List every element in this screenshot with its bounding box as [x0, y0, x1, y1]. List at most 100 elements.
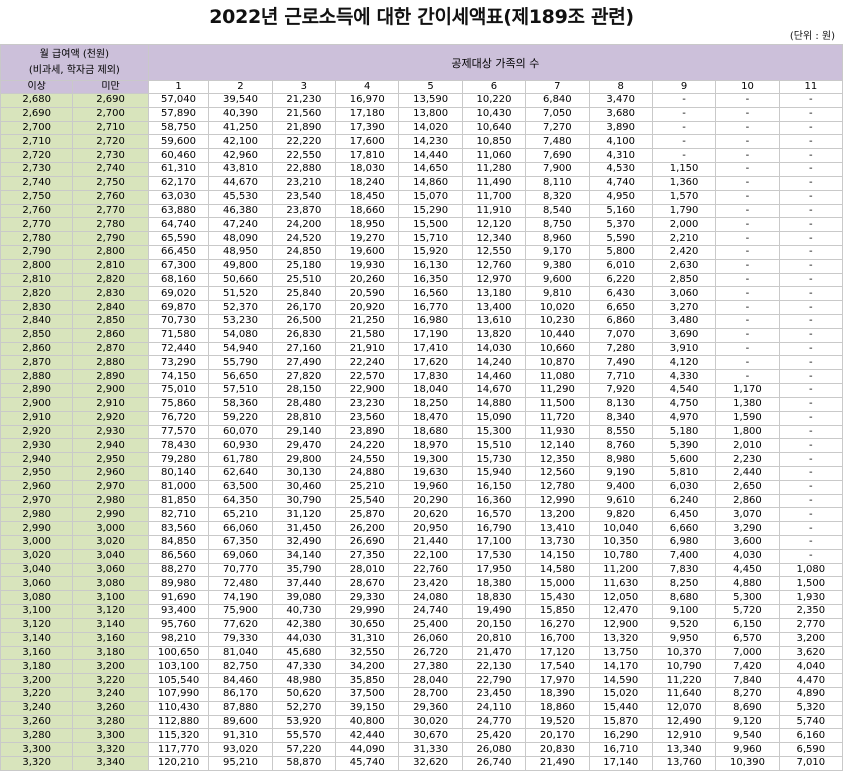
family-count-header: 2	[208, 80, 273, 94]
tax-amount-cell: 63,880	[147, 203, 210, 219]
tax-amount-cell: 17,100	[461, 535, 527, 550]
tax-amount-cell: -	[715, 327, 780, 343]
tax-amount-cell: 7,480	[525, 134, 590, 150]
tax-amount-cell: 9,170	[525, 244, 590, 260]
upper-bound-cell: 3,020	[72, 535, 149, 550]
tax-amount-cell: 23,560	[335, 410, 400, 426]
tax-amount-cell: 64,740	[147, 217, 210, 233]
tax-amount-cell: 98,210	[147, 631, 210, 647]
lower-bound-cell: 2,690	[0, 106, 74, 122]
tax-amount-cell: 65,210	[208, 507, 273, 523]
tax-amount-cell: -	[778, 217, 843, 233]
table-row: 2,880 2,890 74,150 56,650 27,820 22,570 17,830…	[0, 369, 843, 385]
tax-amount-cell: 22,760	[398, 562, 463, 578]
lower-bound-cell: 3,260	[0, 714, 74, 730]
tax-amount-cell: -	[778, 341, 843, 357]
tax-amount-cell: 11,720	[525, 410, 590, 426]
tax-amount-cell: 1,570	[651, 189, 717, 205]
tax-amount-cell: 1,170	[715, 383, 780, 398]
table-row: 2,800 2,810 67,300 49,800 25,180 19,930 16,130…	[0, 258, 843, 274]
tax-amount-cell: 6,450	[651, 507, 717, 523]
lower-bound-cell: 3,140	[0, 631, 74, 647]
tax-amount-cell: 17,950	[461, 562, 527, 578]
tax-amount-cell: 4,470	[778, 673, 843, 688]
upper-bound-cell: 2,940	[72, 438, 149, 454]
tax-amount-cell: 15,020	[588, 686, 653, 702]
lower-bound-cell: 3,320	[0, 756, 74, 771]
tax-amount-cell: 81,000	[147, 479, 210, 495]
tax-amount-cell: 24,550	[335, 452, 400, 467]
tax-amount-cell: 20,290	[398, 493, 463, 509]
tax-amount-cell: 56,650	[208, 369, 273, 385]
lower-bound-cell: 3,300	[0, 742, 74, 757]
tax-amount-cell: 63,500	[208, 479, 273, 495]
tax-amount-cell: 84,850	[147, 535, 210, 550]
tax-amount-cell: 86,170	[208, 686, 273, 702]
tax-amount-cell: -	[778, 314, 843, 329]
tax-amount-cell: 65,590	[147, 231, 210, 246]
tax-amount-cell: 3,620	[778, 645, 843, 661]
upper-bound-cell: 2,730	[72, 148, 149, 164]
tax-amount-cell: 30,460	[271, 479, 337, 495]
tax-amount-cell: 3,060	[651, 286, 717, 302]
tax-amount-cell: 9,610	[588, 493, 653, 509]
tax-amount-cell: -	[715, 300, 780, 315]
tax-amount-cell: 13,320	[588, 631, 653, 647]
upper-bound-cell: 2,880	[72, 355, 149, 371]
tax-amount-cell: 12,900	[588, 617, 653, 633]
tax-amount-cell: 17,970	[525, 673, 590, 688]
tax-amount-cell: 9,100	[651, 604, 717, 619]
tax-amount-cell: 89,600	[208, 714, 273, 730]
tax-amount-cell: 3,600	[715, 535, 780, 550]
tax-amount-cell: 40,730	[271, 604, 337, 619]
tax-amount-cell: 11,220	[651, 673, 717, 688]
table-row: 3,060 3,080 89,980 72,480 37,440 28,670 23,420…	[0, 576, 843, 592]
tax-amount-cell: 28,810	[271, 410, 337, 426]
lower-bound-cell: 2,790	[0, 244, 74, 260]
tax-amount-cell: -	[651, 134, 717, 150]
tax-amount-cell: 15,070	[398, 189, 463, 205]
tax-amount-cell: 7,400	[651, 548, 717, 564]
table-row: 2,870 2,880 73,290 55,790 27,490 22,240 17,620…	[0, 355, 843, 371]
tax-amount-cell: 3,070	[715, 507, 780, 523]
tax-amount-cell: 45,530	[208, 189, 273, 205]
tax-amount-cell: 16,350	[398, 272, 463, 288]
tax-amount-cell: 22,900	[335, 383, 400, 398]
upper-bound-cell: 3,340	[72, 756, 149, 771]
tax-amount-cell: 44,030	[271, 631, 337, 647]
lower-bound-cell: 2,930	[0, 438, 74, 454]
tax-amount-cell: -	[778, 355, 843, 371]
tax-amount-cell: 31,120	[271, 507, 337, 523]
lower-bound-cell: 3,000	[0, 535, 74, 550]
tax-amount-cell: 12,350	[525, 452, 590, 467]
tax-amount-cell: 78,430	[147, 438, 210, 454]
tax-amount-cell: 74,150	[147, 369, 210, 385]
table-row: 2,920 2,930 77,570 60,070 29,140 23,890 18,680…	[0, 424, 843, 440]
tax-amount-cell: -	[651, 106, 717, 122]
tax-amount-cell: 5,600	[651, 452, 717, 467]
tax-amount-cell: 4,040	[778, 659, 843, 675]
tax-amount-cell: 2,210	[651, 231, 717, 246]
tax-amount-cell: 48,090	[208, 231, 273, 246]
tax-amount-cell: 22,550	[271, 148, 337, 164]
tax-amount-cell: 15,710	[398, 231, 463, 246]
salary-header-line1: 월 급여액 (천원)	[39, 48, 110, 60]
upper-bound-cell: 2,740	[72, 162, 149, 177]
tax-amount-cell: 35,850	[335, 673, 400, 688]
tax-amount-cell: 8,270	[715, 686, 780, 702]
lower-bound-cell: 2,830	[0, 300, 74, 315]
tax-amount-cell: 11,630	[588, 576, 653, 592]
upper-bound-cell: 3,240	[72, 686, 149, 702]
tax-amount-cell: 27,380	[398, 659, 463, 675]
tax-amount-cell: 12,070	[651, 700, 717, 716]
tax-amount-cell: 5,300	[715, 590, 780, 606]
table-row: 2,810 2,820 68,160 50,660 25,510 20,260 16,350…	[0, 272, 843, 288]
lower-bound-cell: 2,810	[0, 272, 74, 288]
lower-bound-cell: 2,960	[0, 479, 74, 495]
tax-amount-cell: 55,570	[271, 728, 337, 744]
tax-amount-cell: 48,950	[208, 244, 273, 260]
tax-amount-cell: 7,000	[715, 645, 780, 661]
tax-amount-cell: 68,160	[147, 272, 210, 288]
tax-amount-cell: 22,880	[271, 162, 337, 177]
tax-amount-cell: 10,370	[651, 645, 717, 661]
